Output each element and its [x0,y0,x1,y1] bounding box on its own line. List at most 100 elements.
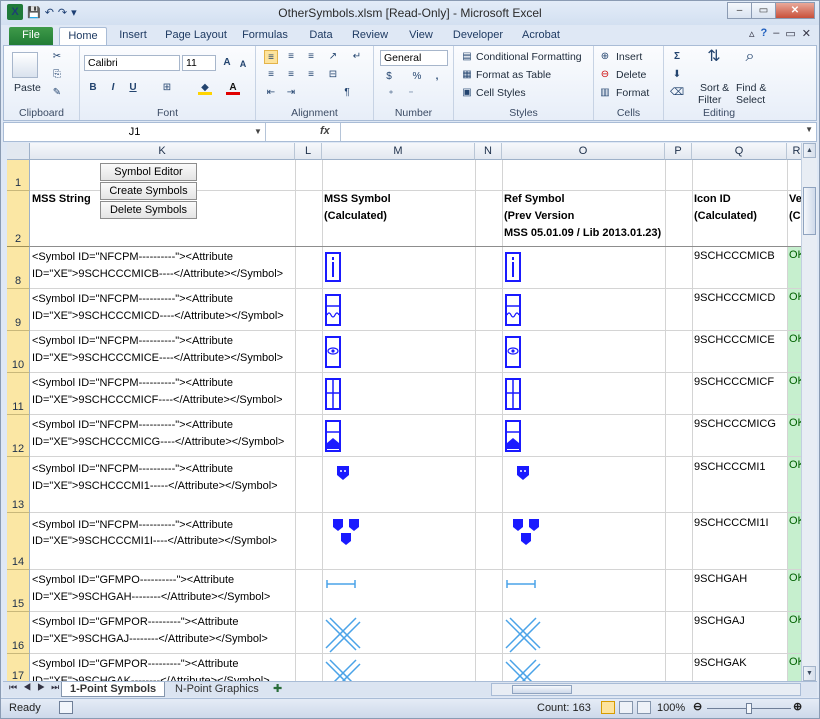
create-symbols-button[interactable]: Create Symbols [100,182,197,200]
clear-icon[interactable]: ⌫ [670,86,684,100]
mss-symbol-cross-icon[interactable] [324,616,362,654]
column-header-n[interactable]: N [475,143,502,160]
doc-close-icon[interactable]: ✕ [802,27,811,40]
icon-id-cell[interactable]: 9SCHCCCMICB [694,248,775,265]
ref-symbol-shield1-icon[interactable] [514,461,532,483]
sheet-tab-n-point-graphics[interactable]: N-Point Graphics [167,682,267,697]
row-header[interactable]: 15 [7,570,30,612]
align-top-icon[interactable]: ≡ [264,50,278,64]
row-header[interactable]: 9 [7,289,30,331]
find-select-icon[interactable]: ⌕ [740,49,760,70]
align-bottom-icon[interactable]: ≡ [304,50,318,64]
row-header[interactable]: 13 [7,457,30,513]
mss-symbol-grid-icon[interactable] [324,377,342,411]
ref-symbol-shield3-icon[interactable] [512,517,540,547]
column-header-p[interactable]: P [665,143,692,160]
tab-home[interactable]: Home [59,27,107,46]
sort-filter-icon[interactable]: ⇅ [704,49,724,70]
italic-button[interactable]: I [106,81,120,95]
column-header-l[interactable]: L [295,143,322,160]
shrink-font-icon[interactable]: A [236,57,250,71]
number-format-box[interactable]: General [380,50,448,66]
cell-styles-button[interactable]: Cell Styles [476,87,526,99]
name-box[interactable]: J1 [4,123,266,141]
align-right-icon[interactable]: ≡ [304,68,318,82]
format-as-table-icon[interactable]: ▦ [460,68,474,82]
decrease-indent-icon[interactable]: ⇤ [264,86,278,100]
validation-status-cell[interactable]: OK [788,373,801,414]
insert-sheet-icon[interactable]: ✚ [265,682,290,697]
help-icon[interactable]: ? [761,27,768,40]
mss-string-line1[interactable]: <Symbol ID="NFCPM----------"><Attribute [32,417,233,434]
font-color-icon[interactable]: A [226,81,240,95]
find-select-label[interactable]: Find & [736,82,766,94]
conditional-formatting-button[interactable]: Conditional Formatting [476,51,582,63]
scroll-thumb[interactable] [803,187,816,235]
icon-id-cell[interactable]: 9SCHGAK [694,655,747,672]
mss-string-line2[interactable]: ID="XE">9SCHGAH--------</Attribute></Sym… [32,589,270,606]
align-center-icon[interactable]: ≡ [284,68,298,82]
formula-input[interactable] [344,123,796,141]
mss-string-line2[interactable]: ID="XE">9SCHCCCMICG----</Attribute></Sym… [32,434,284,451]
mss-string-line2[interactable]: ID="XE">9SCHCCCMICB----</Attribute></Sym… [32,266,283,283]
ref-symbol-wave-icon[interactable] [504,293,522,327]
find-select-label-2[interactable]: Select [736,94,765,106]
minimize-button[interactable]: – [727,2,752,19]
copy-icon[interactable]: ⎘ [50,68,64,82]
bold-button[interactable]: B [86,81,100,95]
align-middle-icon[interactable]: ≡ [284,50,298,64]
tab-page-layout[interactable]: Page Layout [161,27,231,46]
sort-filter-label-2[interactable]: Filter [698,94,721,106]
tab-data[interactable]: Data [301,27,341,46]
validation-status-cell[interactable]: OK [788,654,801,681]
mss-string-line1[interactable]: <Symbol ID="NFCPM----------"><Attribute [32,375,233,392]
column-header-m[interactable]: M [322,143,475,160]
tab-developer[interactable]: Developer [447,27,509,46]
autosum-button[interactable]: Σ [670,50,684,64]
currency-button[interactable]: $ [382,70,396,84]
mss-string-line2[interactable]: ID="XE">9SCHCCCMI1-----</Attribute></Sym… [32,478,278,495]
scroll-down-icon[interactable]: ▼ [803,666,816,681]
horizontal-scrollbar[interactable] [491,683,801,696]
mss-string-line1[interactable]: <Symbol ID="NFCPM----------"><Attribute [32,249,233,266]
icon-id-cell[interactable]: 9SCHGAJ [694,613,745,630]
format-painter-icon[interactable]: ✎ [50,86,64,100]
fill-color-icon[interactable]: ◆ [198,81,212,95]
sheet-nav-icons[interactable]: ⏮◀▶⏭ [9,682,65,693]
ref-symbol-bracket-icon[interactable] [504,574,538,594]
name-box-dropdown-icon[interactable]: ▼ [254,123,262,141]
doc-restore-icon[interactable]: ▭ [785,27,795,40]
comma-button[interactable]: , [430,70,444,84]
normal-view-icon[interactable] [601,701,615,714]
insert-cells-button[interactable]: Insert [616,51,642,63]
icon-id-cell[interactable]: 9SCHGAH [694,571,747,588]
underline-button[interactable]: U [126,81,140,95]
row-header[interactable]: 1 [7,160,30,191]
sheet-tab-1-point-symbols[interactable]: 1-Point Symbols [61,682,166,697]
cell-styles-icon[interactable]: ▣ [460,86,474,100]
icon-id-cell[interactable]: 9SCHCCCMICE [694,332,775,349]
validation-status-cell[interactable]: OK [788,331,801,372]
ref-symbol-info-icon[interactable] [504,251,522,285]
mss-string-line2[interactable]: ID="XE">9SCHGAK--------</Attribute></Sym… [32,673,270,681]
vertical-scrollbar[interactable]: ▲ ▼ [801,143,817,681]
row-header[interactable]: 12 [7,415,30,457]
mss-string-line1[interactable]: <Symbol ID="NFCPM----------"><Attribute [32,517,233,534]
tab-formulas[interactable]: Formulas [237,27,293,46]
merge-center-icon[interactable]: ⊟ [326,68,340,82]
close-button[interactable]: ✕ [775,2,815,19]
mss-symbol-wave-icon[interactable] [324,293,342,327]
row-header[interactable]: 10 [7,331,30,373]
mss-string-line1[interactable]: <Symbol ID="NFCPM----------"><Attribute [32,291,233,308]
text-direction-icon[interactable]: ¶ [340,86,354,100]
mss-string-line2[interactable]: ID="XE">9SCHCCCMICF----</Attribute></Sym… [32,392,283,409]
icon-id-cell[interactable]: 9SCHCCCMI1I [694,515,769,532]
validation-status-cell[interactable]: OK [788,513,801,569]
ref-symbol-eye-icon[interactable] [504,335,522,369]
minimize-ribbon-icon[interactable]: ▵ [749,27,755,40]
wrap-text-icon[interactable]: ↵ [350,50,364,64]
row-header[interactable]: 8 [7,247,30,289]
validation-status-cell[interactable]: OK [788,247,801,288]
increase-indent-icon[interactable]: ⇥ [284,86,298,100]
mss-string-line2[interactable]: ID="XE">9SCHCCCMICD----</Attribute></Sym… [32,308,284,325]
